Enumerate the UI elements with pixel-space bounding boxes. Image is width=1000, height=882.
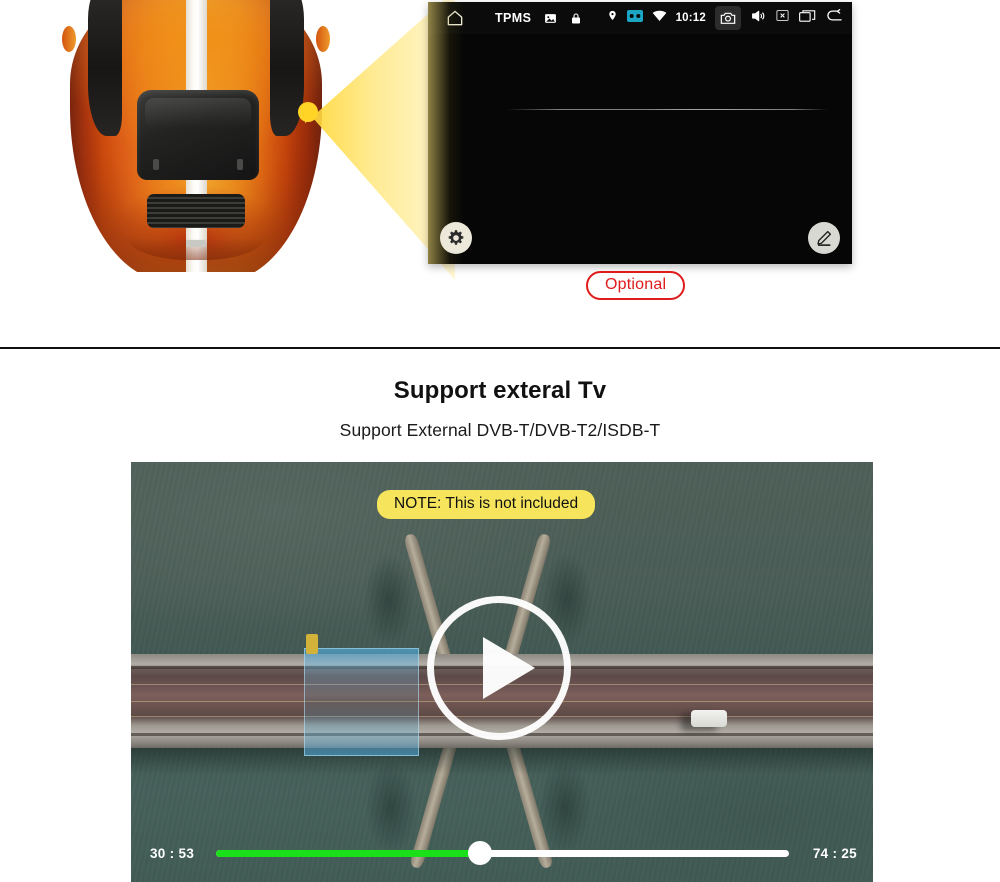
external-tv-section: Support exteral Tv Support External DVB-… <box>0 349 1000 882</box>
progress-slider[interactable] <box>216 841 789 865</box>
note-badge: NOTE: This is not included <box>377 490 596 519</box>
car-license-plate <box>186 240 206 247</box>
white-car-on-bridge <box>691 710 727 727</box>
car-front-grille <box>147 194 245 228</box>
product-feature-page: TPMS 10:12 Optional Support exteral Tv S… <box>0 0 1000 882</box>
gear-icon[interactable] <box>440 222 472 254</box>
status-bar-clock: 10:12 <box>675 12 706 24</box>
camera-icon[interactable] <box>715 6 741 30</box>
image-icon <box>544 12 557 25</box>
car-hatch-vent-right <box>237 159 243 170</box>
tpms-head-unit-screen: TPMS 10:12 <box>428 2 852 264</box>
total-time-label: 74 : 25 <box>812 845 857 861</box>
progress-fill <box>216 849 480 857</box>
causeway-shadow <box>131 748 873 774</box>
car-mirror-left <box>62 26 76 52</box>
car-hatch-vent-left <box>153 159 159 170</box>
car-window-left <box>88 0 122 136</box>
wifi-icon <box>652 9 667 27</box>
section-heading: Support exteral Tv <box>393 377 607 404</box>
play-icon[interactable] <box>427 596 571 740</box>
back-arrow-icon[interactable] <box>825 8 844 28</box>
play-triangle <box>483 637 535 699</box>
video-player[interactable]: NOTE: This is not included 30 : 53 74 : … <box>131 462 873 882</box>
headunit-status-bar: TPMS 10:12 <box>428 2 852 34</box>
status-bar-right-group: 10:12 <box>598 6 844 30</box>
section-subheading: Support External DVB-T/DVB-T2/ISDB-T <box>339 420 661 440</box>
tpms-row-divider-right <box>648 109 828 110</box>
causeway-highlight-segment <box>304 648 419 756</box>
volume-icon[interactable] <box>750 8 766 29</box>
video-controls-bar: 30 : 53 74 : 25 <box>131 841 873 865</box>
gps-badge-icon <box>626 9 643 27</box>
orange-car-photo <box>62 0 330 272</box>
car-rear-hatch <box>137 90 259 180</box>
progress-knob[interactable] <box>467 841 492 865</box>
optional-badge: Optional <box>586 271 686 300</box>
current-time-label: 30 : 53 <box>150 845 195 861</box>
tpms-feature-section: TPMS 10:12 Optional <box>0 0 1000 348</box>
recents-icon[interactable] <box>799 9 816 28</box>
location-pin-icon <box>607 9 618 27</box>
lock-icon <box>570 12 583 25</box>
headunit-title: TPMS <box>495 11 532 25</box>
mute-icon[interactable] <box>775 8 790 28</box>
pencil-icon[interactable] <box>808 222 840 254</box>
highlight-beam-origin-dot <box>298 102 318 122</box>
home-icon[interactable] <box>445 8 465 28</box>
car-mirror-right <box>316 26 330 52</box>
causeway-yellow-object <box>306 634 318 654</box>
